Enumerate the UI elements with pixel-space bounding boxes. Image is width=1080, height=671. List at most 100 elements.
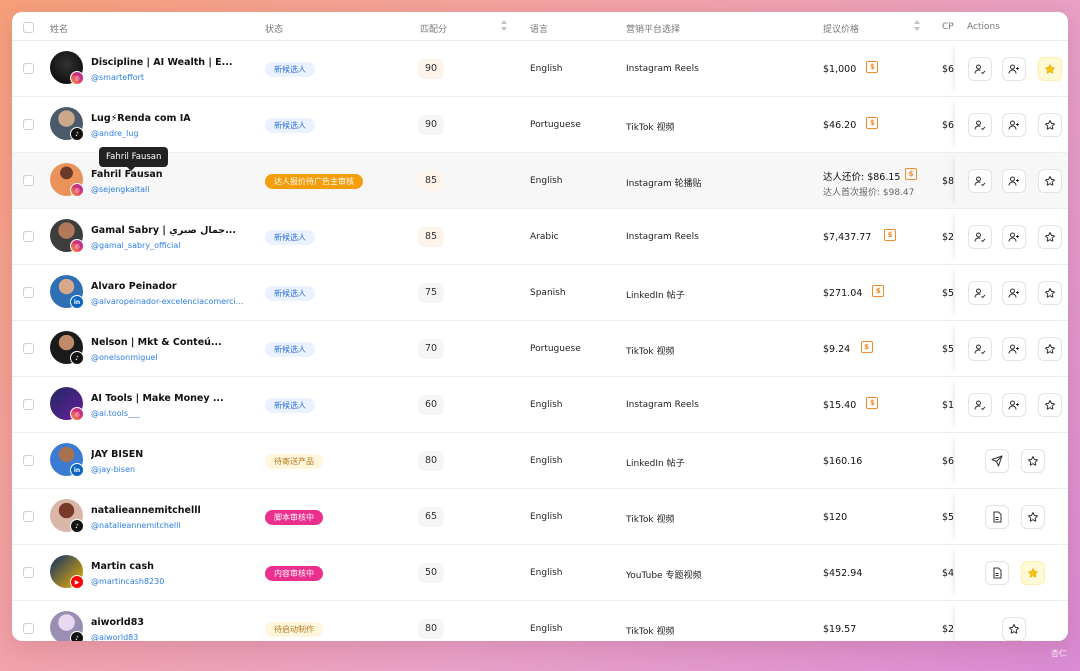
- row-checkbox[interactable]: [23, 399, 34, 410]
- star-icon: [1008, 623, 1020, 635]
- star-button[interactable]: [1038, 337, 1062, 361]
- add-user-button[interactable]: [1002, 393, 1026, 417]
- assign-user-button[interactable]: [968, 113, 992, 137]
- document-button[interactable]: [985, 505, 1009, 529]
- add-user-button[interactable]: [1002, 225, 1026, 249]
- row-checkbox[interactable]: [23, 231, 34, 242]
- creator-handle[interactable]: @onelsonmiguel: [91, 353, 158, 362]
- creator-name[interactable]: JAY BISEN: [91, 449, 143, 460]
- creator-name[interactable]: AI Tools | Make Money ...: [91, 393, 224, 404]
- match-score: 65: [418, 507, 444, 527]
- creator-handle[interactable]: @natalieannemitchelll: [91, 521, 181, 530]
- creator-handle[interactable]: @sejengkaltali: [91, 185, 149, 194]
- add-user-icon: [1008, 287, 1020, 299]
- table-row[interactable]: ◎ AI Tools | Make Money ... @ai.tools___ 新候…: [12, 377, 1068, 433]
- creator-handle[interactable]: @aiworld83: [91, 633, 138, 641]
- row-checkbox[interactable]: [23, 175, 34, 186]
- assign-user-button[interactable]: [968, 393, 992, 417]
- table-row[interactable]: ♪ Nelson | Mkt & Conteú... @onelsonmiguel 新…: [12, 321, 1068, 377]
- header-name[interactable]: 姓名: [50, 22, 68, 35]
- table-row[interactable]: in JAY BISEN @jay-bisen 待寄送产品 80 English Linke…: [12, 433, 1068, 489]
- row-checkbox[interactable]: [23, 119, 34, 130]
- creator-handle[interactable]: @jay-bisen: [91, 465, 135, 474]
- add-user-button[interactable]: [1002, 113, 1026, 137]
- table-row[interactable]: ♪ natalieannemitchelll @natalieannemitchel…: [12, 489, 1068, 545]
- star-button[interactable]: [1021, 505, 1045, 529]
- row-checkbox[interactable]: [23, 623, 34, 634]
- assign-user-button[interactable]: [968, 337, 992, 361]
- price-edit-icon[interactable]: $: [866, 397, 879, 409]
- creator-name[interactable]: Alvaro Peinador: [91, 281, 177, 292]
- send-button[interactable]: [985, 449, 1009, 473]
- price-edit-icon[interactable]: $: [905, 168, 917, 180]
- linkedin-icon: in: [70, 463, 84, 477]
- creator-name[interactable]: Lug⚡Renda com IA: [91, 113, 191, 124]
- document-button[interactable]: [985, 561, 1009, 585]
- price-edit-icon[interactable]: $: [866, 117, 879, 129]
- status-badge: 新候选人: [265, 62, 315, 77]
- table-row[interactable]: ▶ Martin cash @martincash8230 内容审核中 50 Englis…: [12, 545, 1068, 601]
- creator-handle[interactable]: @ai.tools___: [91, 409, 140, 418]
- cpm-cell: $5.: [942, 344, 954, 355]
- star-button[interactable]: [1021, 449, 1045, 473]
- creator-name[interactable]: Gamal Sabry | جمال صبري...: [91, 225, 236, 236]
- header-price[interactable]: 提议价格: [823, 22, 859, 35]
- table-row[interactable]: ◎ Gamal Sabry | جمال صبري... @gamal_sabry_…: [12, 209, 1068, 265]
- star-button[interactable]: [1038, 113, 1062, 137]
- table-row[interactable]: in Alvaro Peinador @alvaropeinador-excelen…: [12, 265, 1068, 321]
- select-all-checkbox[interactable]: [23, 22, 34, 33]
- creator-name[interactable]: aiworld83: [91, 617, 144, 628]
- price-edit-icon[interactable]: $: [872, 285, 885, 297]
- star-button[interactable]: [1038, 57, 1062, 81]
- star-button[interactable]: [1038, 393, 1062, 417]
- table-row[interactable]: ◎ Discipline | AI Wealth | E... @smarteffo…: [12, 41, 1068, 97]
- row-checkbox[interactable]: [23, 455, 34, 466]
- creator-handle[interactable]: @alvaropeinador-excelenciacomerci...: [91, 297, 243, 306]
- row-checkbox[interactable]: [23, 63, 34, 74]
- price-cell: $19.57: [823, 624, 857, 635]
- creator-name[interactable]: Nelson | Mkt & Conteú...: [91, 337, 222, 348]
- sort-price-icon[interactable]: [914, 20, 920, 31]
- header-match-score[interactable]: 匹配分: [420, 22, 447, 35]
- actions-cell: [955, 153, 1068, 208]
- star-button[interactable]: [1038, 281, 1062, 305]
- header-platform[interactable]: 营销平台选择: [626, 22, 680, 35]
- header-language[interactable]: 语言: [530, 22, 548, 35]
- row-checkbox[interactable]: [23, 567, 34, 578]
- assign-user-button[interactable]: [968, 281, 992, 305]
- row-checkbox[interactable]: [23, 343, 34, 354]
- price-edit-icon[interactable]: $: [866, 61, 879, 73]
- star-button[interactable]: [1021, 561, 1045, 585]
- creator-name[interactable]: natalieannemitchelll: [91, 505, 201, 516]
- creator-name[interactable]: Martin cash: [91, 561, 154, 572]
- marketing-platform-cell: TikTok 视频: [626, 123, 675, 133]
- add-user-button[interactable]: [1002, 57, 1026, 81]
- add-user-icon: [1008, 343, 1020, 355]
- creator-handle[interactable]: @smarteffort: [91, 73, 144, 82]
- add-user-button[interactable]: [1002, 337, 1026, 361]
- row-checkbox[interactable]: [23, 287, 34, 298]
- price-edit-icon[interactable]: $: [884, 229, 897, 241]
- star-button[interactable]: [1002, 617, 1026, 641]
- row-checkbox[interactable]: [23, 511, 34, 522]
- creator-name[interactable]: Discipline | AI Wealth | E...: [91, 57, 232, 68]
- table-row[interactable]: ♪ Lug⚡Renda com IA @andre_lug 新候选人 90 Portugu…: [12, 97, 1068, 153]
- star-button[interactable]: [1038, 225, 1062, 249]
- assign-user-button[interactable]: [968, 57, 992, 81]
- sort-match-score-icon[interactable]: [501, 20, 507, 31]
- assign-user-button[interactable]: [968, 169, 992, 193]
- header-status[interactable]: 状态: [265, 22, 283, 35]
- creator-handle[interactable]: @martincash8230: [91, 577, 164, 586]
- add-user-button[interactable]: [1002, 281, 1026, 305]
- instagram-icon: ◎: [70, 183, 84, 197]
- add-user-button[interactable]: [1002, 169, 1026, 193]
- price-edit-icon[interactable]: $: [860, 341, 873, 353]
- table-row[interactable]: ♪ aiworld83 @aiworld83 待启动制作 80 English TikTok…: [12, 601, 1068, 641]
- table-row[interactable]: ◎ Fahril Fausan @sejengkaltali 达人报价待广告主审核 85…: [12, 153, 1068, 209]
- star-button[interactable]: [1038, 169, 1062, 193]
- assign-user-icon: [974, 231, 986, 243]
- creator-handle[interactable]: @andre_lug: [91, 129, 138, 138]
- assign-user-button[interactable]: [968, 225, 992, 249]
- creator-handle[interactable]: @gamal_sabry_official: [91, 241, 180, 250]
- header-cpm[interactable]: CP: [942, 22, 954, 32]
